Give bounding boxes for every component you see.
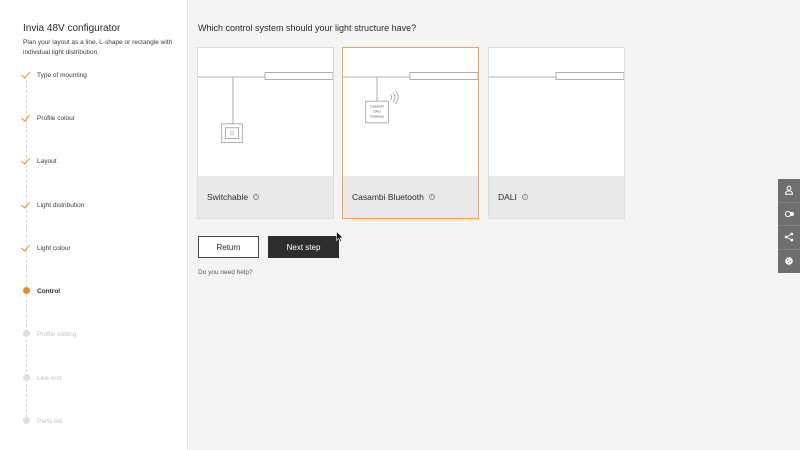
- option-footer: DALI i: [489, 176, 624, 218]
- option-switchable[interactable]: Switchable i: [197, 47, 334, 219]
- person-icon: [784, 186, 794, 195]
- casambi-illustration: Casambi DALI Gateway: [343, 72, 478, 124]
- share-icon: [784, 232, 794, 242]
- info-icon[interactable]: i: [253, 194, 260, 200]
- step-light-distribution[interactable]: Light distribution: [18, 198, 178, 212]
- help-link[interactable]: Do you need help?: [198, 269, 253, 276]
- step-label: Type of mounting: [37, 71, 87, 79]
- step-type-of-mounting[interactable]: Type of mounting: [18, 68, 178, 82]
- option-dali[interactable]: DALI i: [488, 47, 625, 219]
- gateway-text-line: Casambi: [370, 105, 384, 109]
- sidebar: Invia 48V configurator Plan your layout …: [0, 0, 188, 450]
- app-title: Invia 48V configurator: [23, 23, 121, 34]
- step-label: Live end: [37, 374, 62, 382]
- toggle-icon: [784, 210, 794, 217]
- check-icon: [18, 68, 34, 82]
- gateway-text-line: Gateway: [370, 114, 384, 118]
- step-light-colour[interactable]: Light colour: [18, 241, 178, 255]
- mouse-cursor-icon: [336, 231, 344, 243]
- step-live-end: Live end: [18, 371, 178, 385]
- right-toolbar: [778, 179, 800, 273]
- option-footer: Switchable i: [198, 176, 333, 218]
- info-icon[interactable]: i: [428, 194, 435, 200]
- option-casambi-bluetooth[interactable]: Casambi DALI Gateway Casambi Bluetooth i: [342, 47, 479, 219]
- check-icon: [18, 111, 34, 125]
- pending-dot-icon: [18, 414, 34, 428]
- option-label: Casambi Bluetooth: [352, 192, 424, 202]
- step-label: Parts list: [37, 417, 62, 425]
- step-parts-list: Parts list: [18, 414, 178, 428]
- cookie-settings-button[interactable]: [778, 250, 800, 274]
- pending-dot-icon: [18, 371, 34, 385]
- step-label: Profile setting: [37, 330, 77, 338]
- return-button[interactable]: Return: [198, 236, 259, 258]
- check-icon: [18, 154, 34, 168]
- next-step-button[interactable]: Next step: [268, 236, 339, 258]
- step-profile-colour[interactable]: Profile colour: [18, 111, 178, 125]
- app-subtitle: Plan your layout as a line, L-shape or r…: [23, 39, 173, 56]
- check-icon: [18, 241, 34, 255]
- step-label: Light distribution: [37, 201, 85, 209]
- check-icon: [18, 198, 34, 212]
- option-label: Switchable: [207, 192, 249, 202]
- share-button[interactable]: [778, 226, 800, 250]
- step-control[interactable]: Control: [18, 284, 178, 298]
- pending-dot-icon: [18, 327, 34, 341]
- step-label: Control: [37, 287, 61, 295]
- account-button[interactable]: [778, 179, 800, 203]
- option-label: DALI: [498, 192, 517, 202]
- step-label: Layout: [37, 157, 57, 165]
- step-profile-setting: Profile setting: [18, 327, 178, 341]
- step-layout[interactable]: Layout: [18, 154, 178, 168]
- wireless-signal-icon: [390, 90, 399, 105]
- settings-toggle-button[interactable]: [778, 203, 800, 226]
- step-label: Profile colour: [37, 114, 75, 122]
- option-footer: Casambi Bluetooth i: [343, 176, 478, 218]
- page-question: Which control system should your light s…: [198, 23, 417, 33]
- switchable-illustration: [198, 72, 333, 143]
- info-icon[interactable]: i: [521, 194, 528, 200]
- step-label: Light colour: [37, 244, 71, 252]
- active-dot-icon: [18, 284, 34, 298]
- cookie-icon: [785, 257, 793, 266]
- gateway-text-line: DALI: [373, 110, 381, 114]
- dali-illustration: [489, 72, 624, 80]
